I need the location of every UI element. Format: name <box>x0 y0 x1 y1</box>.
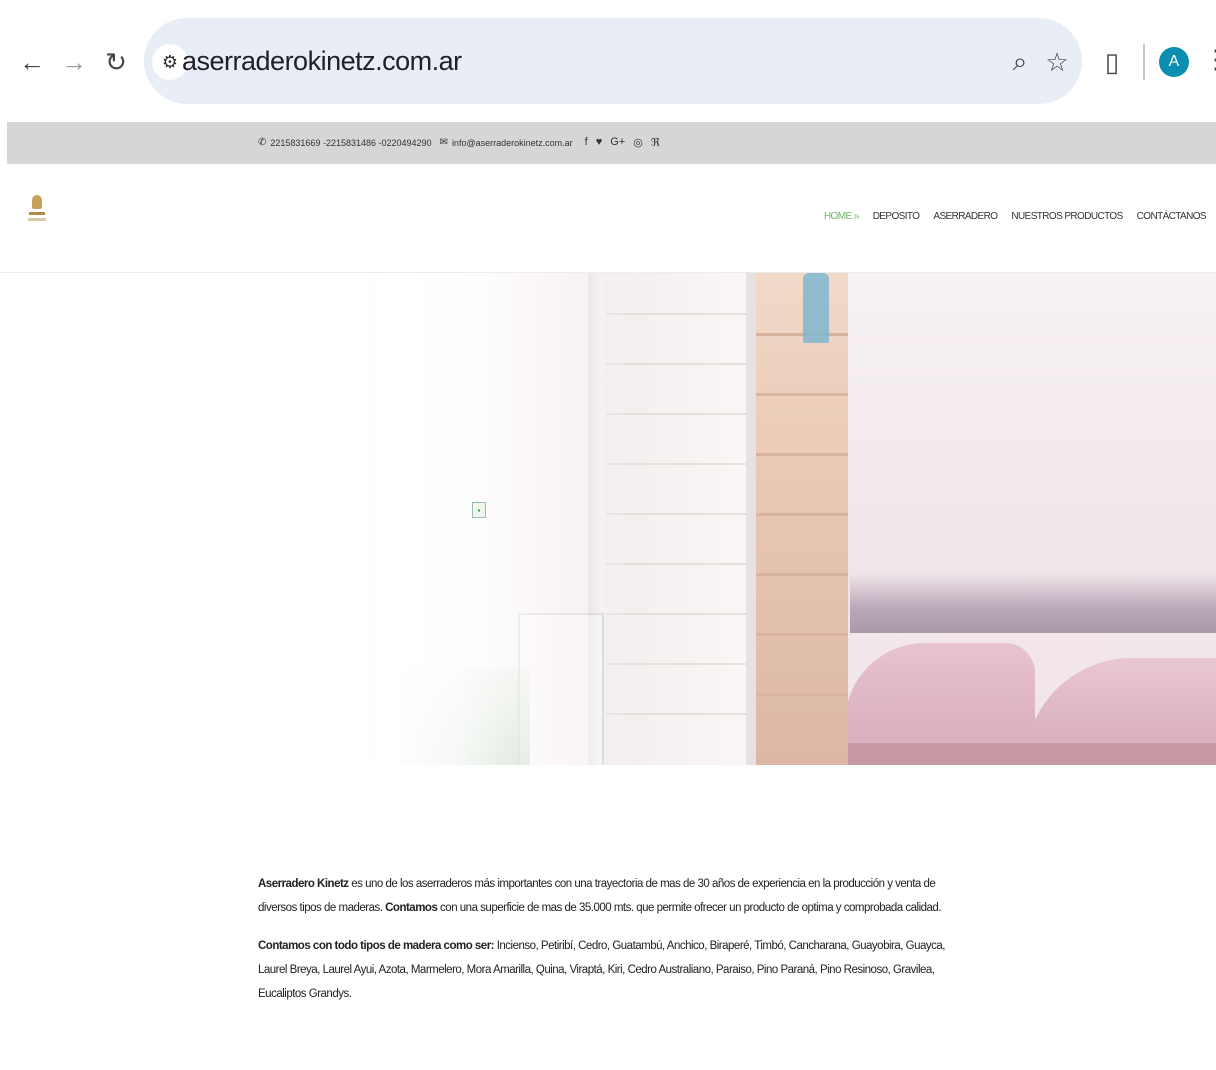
social-links: f ♥ G+ ◎ ℜ <box>585 136 660 149</box>
reload-icon[interactable]: ↻ <box>98 44 134 80</box>
star-icon[interactable]: ☆ <box>1039 44 1075 80</box>
facebook-icon[interactable]: f <box>585 136 588 149</box>
hero-banner: ▪ <box>0 273 1216 765</box>
main-nav: HOME » DEPOSITO ASERRADERO NUESTROS PROD… <box>824 211 1207 222</box>
profile-avatar[interactable]: A <box>1159 47 1189 77</box>
wood-types-paragraph: Contamos con todo tipos de madera como s… <box>258 940 945 1000</box>
browser-toolbar: ← → ↻ ⚙ aserraderokinetz.com.ar ⌕ ☆ ▯ A … <box>0 0 1216 118</box>
back-arrow-icon[interactable]: ← <box>14 44 50 80</box>
zoom-icon[interactable]: ⌕ <box>1002 44 1038 80</box>
google-plus-icon[interactable]: G+ <box>610 136 625 149</box>
toolbar-divider <box>1143 44 1145 80</box>
nav-home[interactable]: HOME » <box>824 211 859 222</box>
site-logo[interactable] <box>28 195 46 231</box>
forward-arrow-icon[interactable]: → <box>56 44 92 80</box>
phone-icon: ✆ <box>258 137 267 148</box>
nav-contactanos[interactable]: CONTÁCTANOS <box>1137 211 1207 222</box>
about-text: Aserradero Kinetz es uno de los aserrade… <box>258 872 972 1020</box>
instagram-icon[interactable]: ◎ <box>633 136 643 149</box>
mail-icon: ✉ <box>439 137 448 148</box>
broken-image-icon: ▪ <box>472 502 486 518</box>
rss-icon[interactable]: ℜ <box>651 136 660 149</box>
intro-paragraph: Aserradero Kinetz es uno de los aserrade… <box>258 878 942 914</box>
phone-numbers: 2215831669 -2215831486 -0220494290 <box>270 137 432 148</box>
puzzle-icon[interactable]: ▯ <box>1094 44 1130 80</box>
more-vert-icon[interactable]: ⋮ <box>1203 44 1216 80</box>
nav-deposito[interactable]: DEPOSITO <box>873 211 920 222</box>
contact-info: ✆ 2215831669 -2215831486 -0220494290 ✉ i… <box>258 136 660 149</box>
url-text[interactable]: aserraderokinetz.com.ar <box>182 46 462 77</box>
nav-aserradero[interactable]: ASERRADERO <box>933 211 998 222</box>
twitter-icon[interactable]: ♥ <box>596 136 603 149</box>
email-link[interactable]: info@aserraderokinetz.com.ar <box>452 138 573 148</box>
nav-productos[interactable]: NUESTROS PRODUCTOS <box>1011 211 1123 222</box>
